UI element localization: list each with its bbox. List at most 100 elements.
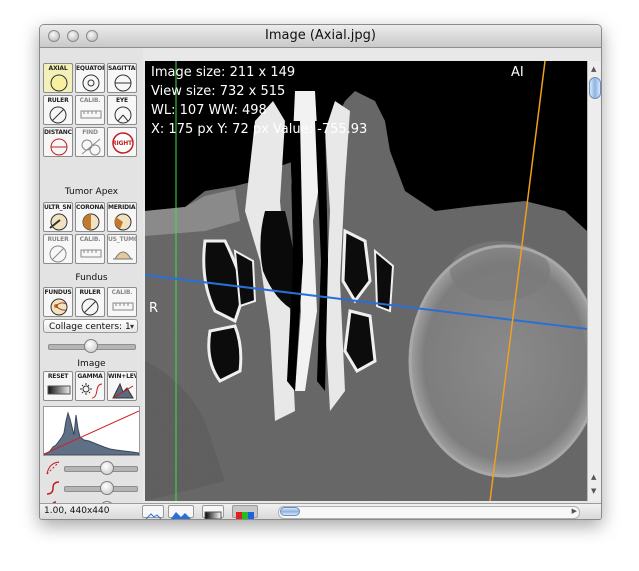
collage-centers-value: Collage centers: 1 [49, 322, 131, 332]
ruler-scale-icon-2 [80, 249, 102, 258]
ultrasound-icon [49, 213, 68, 231]
ruler-label-2: RULER [47, 236, 69, 243]
fundus-icon [50, 298, 68, 316]
ruler-scale-icon [80, 110, 102, 119]
cursor-value-text: X: 175 px Y: 72 px Value: -755.93 [151, 122, 368, 137]
collage-slider-knob[interactable] [84, 339, 98, 353]
grayscale-button[interactable] [202, 505, 224, 519]
color-map-icon [236, 512, 254, 519]
meridian-tool-button[interactable]: MERIDIAN [107, 202, 137, 232]
ruler-circle-icon-2 [49, 245, 67, 263]
tumor-icon [113, 251, 133, 260]
fundus-label: FUNDUS [44, 289, 72, 296]
ruler-label: RULER [47, 97, 69, 104]
window-level-text: WL: 107 WW: 498 [151, 103, 267, 118]
vertical-scroll-thumb[interactable] [589, 77, 601, 99]
image-window: Image (Axial.jpg) AXIAL EQUATOR SAGITTAL… [39, 24, 602, 520]
coronal-icon [82, 213, 100, 231]
gamma-sun-icon [80, 383, 103, 399]
ruler-tool-button[interactable]: RULER [43, 95, 73, 125]
win-lev-button[interactable]: WIN+LEV [107, 371, 137, 401]
distance-tool-button[interactable]: DISTANCE [43, 127, 73, 157]
meridian-icon [114, 213, 132, 231]
calib-label-3: CALIB. [111, 289, 133, 296]
calib-tool-button-3[interactable]: CALIB. [107, 287, 137, 317]
equator-eye-icon [82, 74, 100, 92]
mountain-small-button[interactable] [142, 505, 164, 519]
us-tumor-tool-button[interactable]: US_TUMOR [107, 234, 137, 264]
curve2-slider-knob[interactable] [100, 481, 115, 495]
curve1-slider-knob[interactable] [100, 461, 115, 475]
scroll-down-arrow-icon[interactable]: ▲ [591, 473, 596, 481]
scroll-down-arrow-icon-2[interactable]: ▼ [591, 487, 596, 495]
sagittal-eye-icon [114, 74, 132, 92]
right-eye-button[interactable]: RIGHT [107, 127, 137, 157]
calib-label: CALIB. [79, 97, 101, 104]
ultr-snd-label: ULTR_SND [44, 204, 73, 211]
histogram-icon [112, 382, 134, 399]
title-bar: Image (Axial.jpg) [40, 25, 601, 48]
curve1-icon [46, 460, 60, 475]
calib-tool-button-2[interactable]: CALIB. [75, 234, 105, 264]
chevron-down-icon: ▾ [129, 322, 134, 331]
histogram-graph [43, 410, 140, 456]
window-title: Image (Axial.jpg) [264, 28, 376, 43]
find-circles-icon [81, 138, 101, 156]
status-bar: 1.00, 440x440 ▶ [40, 503, 601, 519]
ruler-tool-button-2[interactable]: RULER [43, 234, 73, 264]
mountain-large-button[interactable] [168, 505, 194, 519]
gamma-button[interactable]: GAMMA [75, 371, 105, 401]
right-label: RIGHT [112, 140, 132, 147]
mountain-small-icon [145, 513, 162, 519]
find-label: FIND [82, 129, 98, 136]
axial-label: AXIAL [48, 65, 68, 72]
meridian-label: MERIDIAN [108, 204, 137, 211]
color-map-button[interactable] [232, 505, 258, 519]
gamma-label: GAMMA [77, 373, 103, 380]
tumor-apex-heading: Tumor Apex [64, 187, 119, 197]
us-tumor-label: US_TUMOR [108, 236, 136, 243]
calib-label-2: CALIB. [79, 236, 101, 243]
horizontal-scrollbar[interactable]: ▶ [278, 506, 580, 519]
fundus-tool-button[interactable]: FUNDUS [43, 287, 73, 317]
ruler-circle-icon-3 [81, 298, 99, 316]
image-heading: Image [77, 359, 106, 369]
axial-eye-icon [50, 74, 68, 92]
distance-icon [50, 138, 68, 156]
fundus-heading: Fundus [75, 273, 108, 283]
distance-label: DISTANCE [44, 129, 73, 136]
image-size-text: Image size: 211 x 149 [151, 65, 296, 80]
sagittal-label: SAGITTAL [108, 65, 137, 72]
zoom-status-text: 1.00, 440x440 [44, 506, 110, 516]
orientation-r-label: R [149, 301, 159, 316]
mountain-large-icon [170, 512, 191, 519]
coronal-label: CORONAL [76, 204, 105, 211]
coronal-tool-button[interactable]: CORONAL [75, 202, 105, 232]
equator-tool-button[interactable]: EQUATOR [75, 63, 105, 93]
gradient-icon [47, 385, 71, 395]
orientation-ai-label: AI [511, 65, 524, 80]
scroll-right-arrow-icon[interactable]: ▶ [572, 507, 577, 515]
sagittal-tool-button[interactable]: SAGITTAL [107, 63, 137, 93]
collage-centers-select[interactable]: Collage centers: 1 ▾ [43, 319, 138, 333]
win-lev-label: WIN+LEV [108, 373, 137, 380]
eye-tool-button[interactable]: EYE [107, 95, 137, 125]
reset-label: RESET [47, 373, 69, 380]
image-viewer[interactable]: Image size: 211 x 149 View size: 732 x 5… [145, 61, 587, 501]
ruler-scale-icon-3 [112, 302, 134, 311]
ultrasound-tool-button[interactable]: ULTR_SND [43, 202, 73, 232]
axial-tool-button[interactable]: AXIAL [43, 63, 73, 93]
vertical-scrollbar[interactable]: ▲ ▲ ▼ [587, 61, 601, 501]
tool-sidebar: AXIAL EQUATOR SAGITTAL RULER CALIB. EYE … [40, 48, 143, 515]
calib-tool-button[interactable]: CALIB. [75, 95, 105, 125]
scroll-up-arrow-icon[interactable]: ▲ [591, 65, 596, 73]
view-size-text: View size: 732 x 515 [151, 84, 286, 99]
reset-button[interactable]: RESET [43, 371, 73, 401]
ruler-circle-icon [49, 106, 67, 124]
ruler-tool-button-3[interactable]: RULER [75, 287, 105, 317]
curve2-icon [46, 480, 60, 495]
equator-label: EQUATOR [76, 65, 105, 72]
find-tool-button[interactable]: FIND [75, 127, 105, 157]
ruler-label-3: RULER [79, 289, 101, 296]
horizontal-scroll-thumb[interactable] [280, 507, 300, 516]
